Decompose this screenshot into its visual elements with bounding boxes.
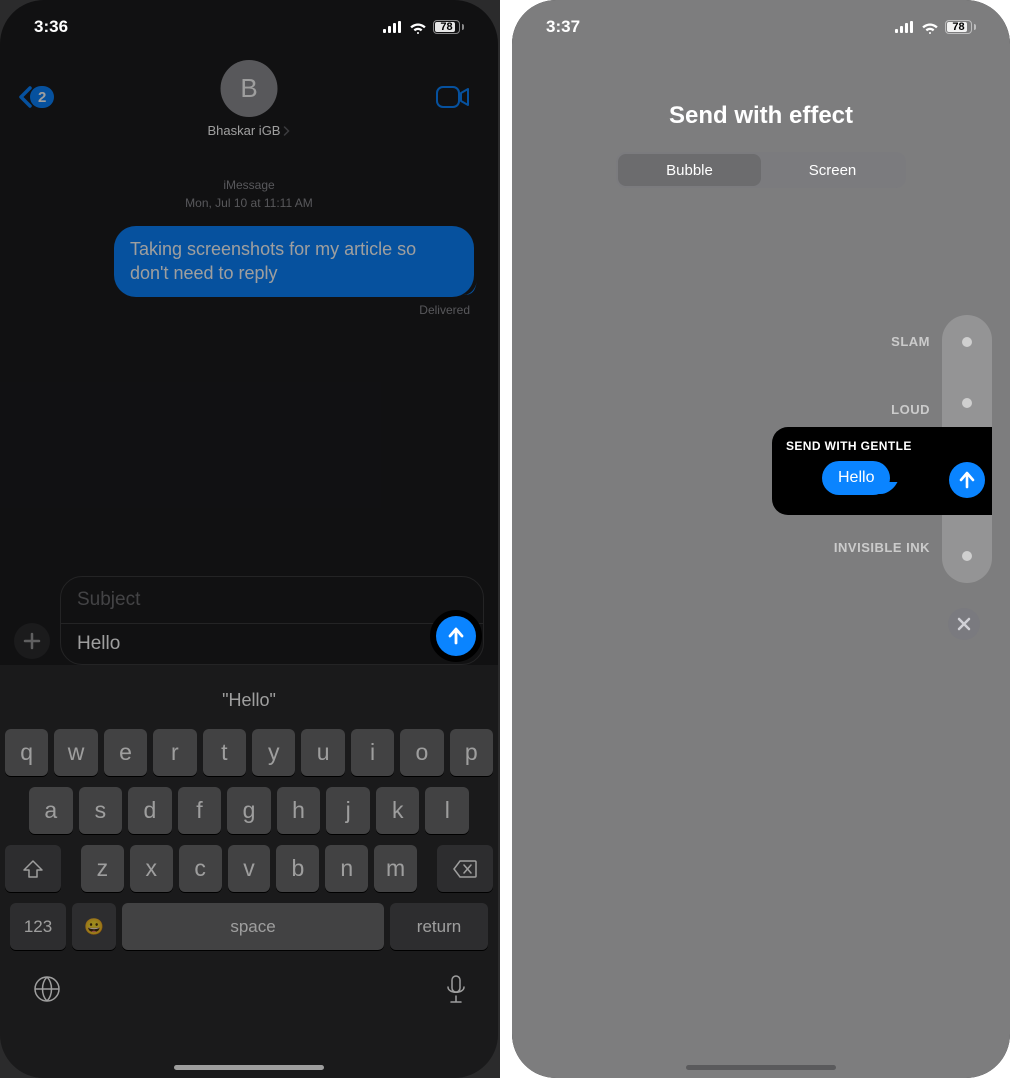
- return-key[interactable]: return: [390, 903, 488, 950]
- shift-key[interactable]: [5, 845, 61, 892]
- effect-option-invisible-ink[interactable]: INVISIBLE INK: [834, 540, 930, 555]
- key-e[interactable]: e: [104, 729, 147, 776]
- messages-conversation-screen: 3:36 78 2 B Bhaskar iGB: [0, 0, 498, 1078]
- avatar: B: [220, 60, 277, 117]
- key-s[interactable]: s: [79, 787, 123, 834]
- arrow-up-icon: [958, 471, 976, 489]
- effect-option-loud[interactable]: LOUD: [891, 402, 930, 417]
- message-compose-box: Subject Hello: [60, 576, 484, 665]
- arrow-up-icon: [446, 626, 466, 646]
- key-m[interactable]: m: [374, 845, 417, 892]
- effect-option-slam[interactable]: SLAM: [891, 334, 930, 349]
- unread-badge: 2: [30, 86, 54, 108]
- key-k[interactable]: k: [376, 787, 420, 834]
- effect-tabs: Bubble Screen: [616, 152, 906, 188]
- wifi-icon: [921, 21, 939, 34]
- key-n[interactable]: n: [325, 845, 368, 892]
- key-f[interactable]: f: [178, 787, 222, 834]
- key-q[interactable]: q: [5, 729, 48, 776]
- quicktype-suggestion[interactable]: "Hello": [0, 677, 498, 723]
- plus-icon: [23, 632, 41, 650]
- close-icon: [957, 617, 971, 631]
- send-button[interactable]: [430, 610, 482, 662]
- key-z[interactable]: z: [81, 845, 124, 892]
- effect-dot-slam[interactable]: [962, 337, 972, 347]
- status-time: 3:37: [546, 17, 580, 37]
- status-time: 3:36: [34, 17, 68, 37]
- numbers-key[interactable]: 123: [10, 903, 66, 950]
- send-with-effect-button[interactable]: [942, 455, 992, 505]
- key-a[interactable]: a: [29, 787, 73, 834]
- key-y[interactable]: y: [252, 729, 295, 776]
- close-effects-button[interactable]: [948, 608, 980, 640]
- key-h[interactable]: h: [277, 787, 321, 834]
- chevron-right-icon: [282, 126, 290, 136]
- facetime-button[interactable]: [436, 86, 470, 113]
- wifi-icon: [409, 21, 427, 34]
- emoji-key[interactable]: 😀: [72, 903, 116, 950]
- key-i[interactable]: i: [351, 729, 394, 776]
- key-w[interactable]: w: [54, 729, 97, 776]
- sent-message-bubble[interactable]: Taking screenshots for my article so don…: [114, 226, 474, 297]
- key-x[interactable]: x: [130, 845, 173, 892]
- home-indicator[interactable]: [686, 1065, 836, 1070]
- globe-icon[interactable]: [32, 974, 62, 1004]
- signal-icon: [895, 21, 915, 33]
- keyboard: "Hello" qwertyuiop asdfghjkl zxcvbnm: [0, 665, 498, 1078]
- tab-bubble[interactable]: Bubble: [618, 154, 761, 186]
- status-bar: 3:37 78: [512, 0, 1010, 54]
- key-l[interactable]: l: [425, 787, 469, 834]
- key-t[interactable]: t: [203, 729, 246, 776]
- battery-icon: 78: [945, 20, 976, 34]
- effect-dot-invisible-ink[interactable]: [962, 551, 972, 561]
- key-d[interactable]: d: [128, 787, 172, 834]
- key-j[interactable]: j: [326, 787, 370, 834]
- shift-icon: [23, 860, 43, 878]
- key-p[interactable]: p: [450, 729, 493, 776]
- delivery-status: Delivered: [0, 297, 498, 317]
- dictation-icon[interactable]: [446, 974, 466, 1004]
- keyboard-row-2: asdfghjkl: [5, 787, 493, 834]
- gentle-title: SEND WITH GENTLE: [786, 439, 934, 453]
- home-indicator[interactable]: [174, 1065, 324, 1070]
- tab-screen[interactable]: Screen: [761, 154, 904, 186]
- contact-name: Bhaskar iGB: [208, 123, 281, 138]
- keyboard-row-3: zxcvbnm: [5, 845, 493, 892]
- send-with-effect-screen: 3:37 78 Send with effect Bubble Screen: [512, 0, 1010, 1078]
- delete-key[interactable]: [437, 845, 493, 892]
- space-key[interactable]: space: [122, 903, 384, 950]
- key-c[interactable]: c: [179, 845, 222, 892]
- add-attachment-button[interactable]: [14, 623, 50, 659]
- key-o[interactable]: o: [400, 729, 443, 776]
- effect-dot-loud[interactable]: [962, 398, 972, 408]
- keyboard-row-1: qwertyuiop: [5, 729, 493, 776]
- key-r[interactable]: r: [153, 729, 196, 776]
- message-input[interactable]: Hello: [77, 633, 477, 655]
- thread-metadata: iMessage Mon, Jul 10 at 11:11 AM: [0, 176, 498, 212]
- contact-header[interactable]: B Bhaskar iGB: [208, 60, 291, 138]
- backspace-icon: [453, 860, 477, 878]
- effect-title: Send with effect: [512, 102, 1010, 130]
- gentle-preview-bubble: Hello: [822, 461, 890, 495]
- key-v[interactable]: v: [228, 845, 271, 892]
- conversation-header: 2 B Bhaskar iGB: [0, 54, 498, 154]
- key-u[interactable]: u: [301, 729, 344, 776]
- subject-input[interactable]: Subject: [61, 577, 483, 624]
- status-bar: 3:36 78: [0, 0, 498, 54]
- battery-icon: 78: [433, 20, 464, 34]
- signal-icon: [383, 21, 403, 33]
- key-b[interactable]: b: [276, 845, 319, 892]
- key-g[interactable]: g: [227, 787, 271, 834]
- back-button[interactable]: 2: [18, 86, 54, 108]
